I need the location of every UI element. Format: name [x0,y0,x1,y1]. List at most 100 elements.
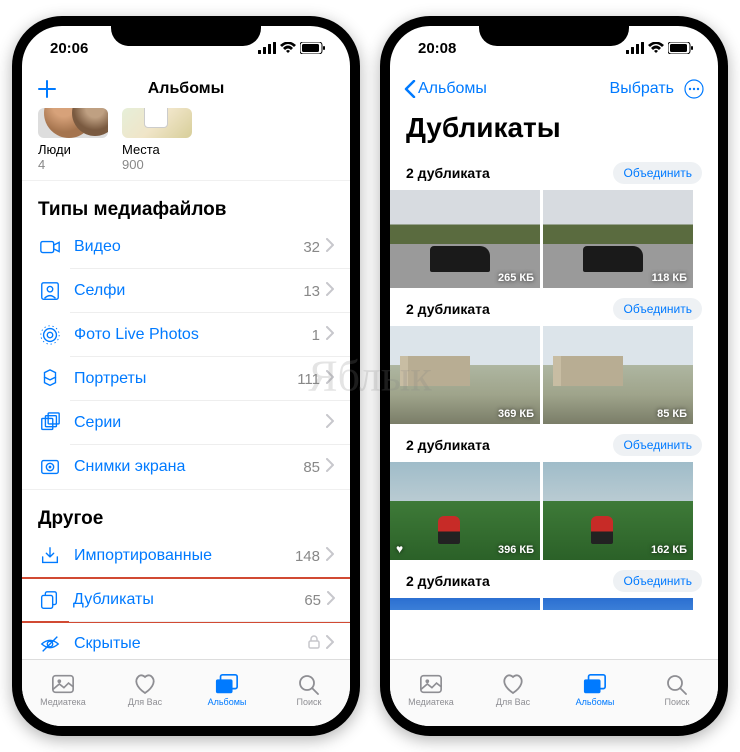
duplicate-group: 2 дубликатаОбъединить265 КБ118 КБ [390,152,718,288]
list-row-selfie[interactable]: Селфи13 [22,269,350,313]
tab-icon [501,673,525,695]
row-count: 85 [303,459,320,476]
tab-bar: Медиатека Для Вас Альбомы Поиск [390,659,718,726]
duplicate-group: 2 дубликата Объединить ♥396 КБ162 КБ [390,424,718,560]
row-label: Дубликаты [73,591,304,609]
chevron-right-icon [326,370,334,389]
page-title: Дубликаты [390,108,718,152]
chevron-left-icon [404,80,416,98]
nav-bar: Альбомы [22,70,350,108]
list-row-portrait[interactable]: Портреты111 [22,357,350,401]
group-title: 2 дубликата [406,301,490,317]
section-media-types: Типы медиафайлов [22,180,350,225]
tab-label: Поиск [665,697,690,707]
ellipsis-icon[interactable] [684,79,704,99]
status-icons [258,42,326,54]
duplicate-thumb[interactable] [543,598,693,610]
row-count: 65 [304,592,321,609]
wifi-icon [280,42,296,54]
list-row-live[interactable]: Фото Live Photos1 [22,313,350,357]
row-label: Скрытые [74,635,308,653]
chevron-right-icon [326,547,334,566]
chevron-right-icon [327,591,335,610]
duplicate-thumb[interactable]: ♥396 КБ [390,462,540,560]
list-row-video[interactable]: Видео32 [22,225,350,269]
add-icon[interactable] [36,78,58,100]
group-title: 2 дубликата [406,437,490,453]
tab-icon [665,673,689,695]
duplicate-thumb[interactable]: 118 КБ [543,190,693,288]
list-row-dup[interactable]: Дубликаты65 [22,578,350,622]
duplicate-group: 2 дубликата Объединить 369 КБ85 КБ [390,288,718,424]
duplicate-thumb[interactable]: 162 КБ [543,462,693,560]
select-button[interactable]: Выбрать [610,80,674,98]
tab-label: Для Вас [496,697,530,707]
tab-3[interactable]: Поиск [268,660,350,720]
status-time: 20:06 [50,40,88,57]
hidden-icon [38,632,62,656]
duplicate-thumb[interactable]: 369 КБ [390,326,540,424]
merge-button[interactable]: Объединить [613,434,702,456]
tab-label: Медиатека [408,697,454,707]
people-thumb [38,108,108,138]
tab-1[interactable]: Для Вас [472,660,554,720]
status-icons [626,42,694,54]
mini-album-people[interactable]: Люди 4 [38,108,108,172]
favorite-icon: ♥ [396,542,403,556]
phone-right: 20:08 Альбомы Выбрать Дубликаты 2 д [380,16,728,736]
section-other: Другое [22,489,350,534]
mini-count: 900 [122,157,192,172]
row-count: 13 [303,283,320,300]
merge-button[interactable]: Объединить [613,298,702,320]
duplicate-thumb[interactable] [390,598,540,610]
merge-button[interactable]: Объединить [613,570,702,592]
back-label: Альбомы [418,80,487,98]
notch [479,16,629,46]
mini-album-places[interactable]: Места 900 [122,108,192,172]
tab-icon [133,673,157,695]
tab-icon [419,673,443,695]
tab-label: Поиск [297,697,322,707]
chevron-right-icon [326,282,334,301]
row-label: Импортированные [74,547,295,565]
chevron-right-icon [326,414,334,433]
row-label: Портреты [74,370,297,388]
list-row-hidden[interactable]: Скрытые [22,622,350,659]
row-label: Серии [74,414,326,432]
tab-2[interactable]: Альбомы [186,660,268,720]
group-title: 2 дубликата [406,573,490,589]
chevron-right-icon [326,458,334,477]
list-row-import[interactable]: Импортированные148 [22,534,350,578]
notch [111,16,261,46]
tab-icon [51,673,75,695]
cellular-icon [626,42,644,54]
tab-label: Альбомы [208,697,247,707]
duplicate-thumb[interactable]: 265 КБ [390,190,540,288]
list-row-burst[interactable]: Серии [22,401,350,445]
tab-0[interactable]: Медиатека [390,660,472,720]
size-badge: 265 КБ [498,272,534,284]
mini-count: 4 [38,157,108,172]
chevron-right-icon [326,238,334,257]
tab-bar: Медиатека Для Вас Альбомы Поиск [22,659,350,726]
list-row-screenshot[interactable]: Снимки экрана85 [22,445,350,489]
tab-label: Медиатека [40,697,86,707]
row-label: Фото Live Photos [74,326,312,344]
screenshot-icon [38,455,62,479]
tab-2[interactable]: Альбомы [554,660,636,720]
back-button[interactable]: Альбомы [404,80,487,98]
row-label: Селфи [74,282,303,300]
tab-1[interactable]: Для Вас [104,660,186,720]
row-count: 148 [295,548,320,565]
row-count: 32 [303,239,320,256]
portrait-icon [38,367,62,391]
duplicate-thumb[interactable]: 85 КБ [543,326,693,424]
tab-3[interactable]: Поиск [636,660,718,720]
row-count: 1 [312,327,320,344]
dup-icon [37,588,61,612]
phone-left: 20:06 Альбомы Люди [12,16,360,736]
size-badge: 118 КБ [652,272,687,284]
tab-icon [583,673,607,695]
tab-0[interactable]: Медиатека [22,660,104,720]
merge-button[interactable]: Объединить [613,162,702,184]
